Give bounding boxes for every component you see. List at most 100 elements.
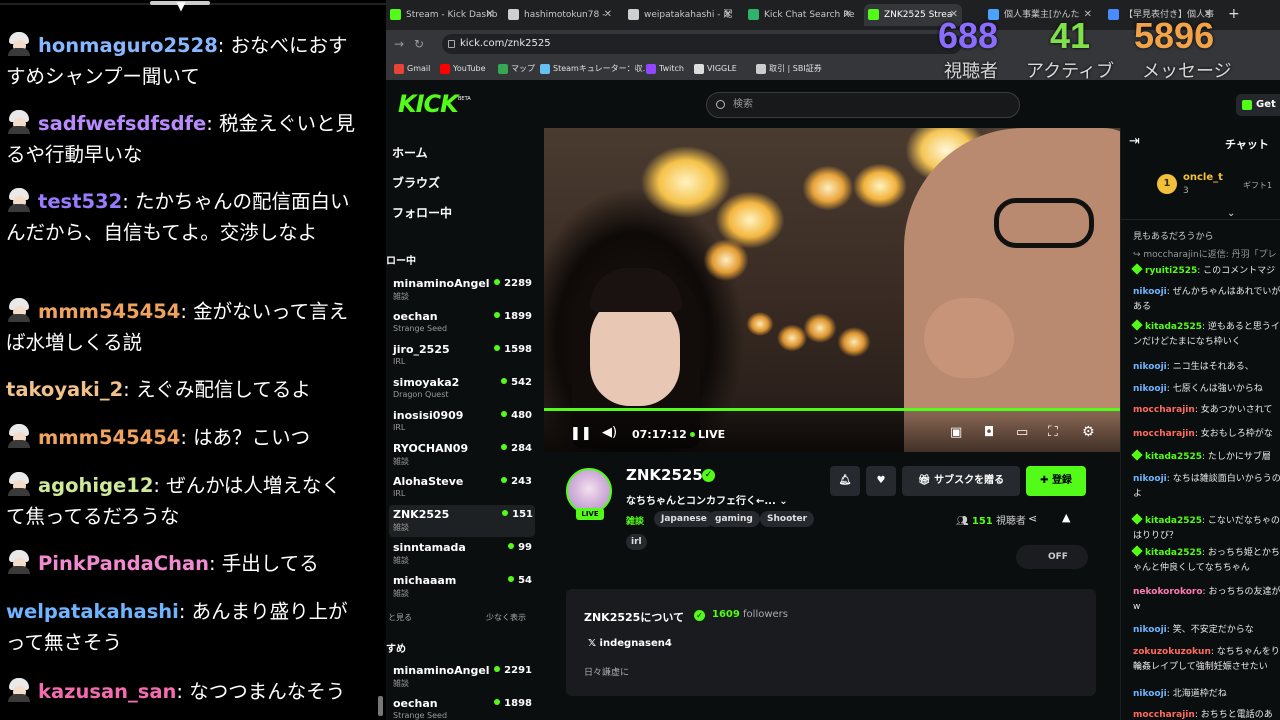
new-tab-button[interactable]: + — [1228, 4, 1240, 24]
pause-icon[interactable]: ❚❚ — [570, 427, 592, 441]
browser-tab[interactable]: weipatakahashi - 配 ✕ — [624, 4, 736, 26]
video-player[interactable]: ❚❚ ◀) 07:17:12 LIVE ▣ ◘ ▭ ⛶ ⚙ — [544, 128, 1120, 452]
nav-browse[interactable]: ブラウズ — [392, 174, 440, 191]
overlay-scrollbar[interactable] — [378, 696, 383, 716]
mini-player-icon[interactable]: ▣ — [950, 426, 962, 440]
bookmark-item[interactable]: Steamキュレーター：収... — [540, 62, 650, 76]
chat-username[interactable]: kitada2525 — [1145, 548, 1202, 558]
sidebar-channel[interactable]: simoyaka2 Dragon Quest 542 — [392, 373, 534, 405]
chat-username[interactable]: moccharajin — [1133, 429, 1195, 439]
channel-name[interactable]: ZNK2525 — [626, 466, 703, 484]
reload-icon[interactable]: ↻ — [414, 35, 424, 53]
overlay-username[interactable]: mmm545454 — [38, 300, 180, 323]
sidebar-channel[interactable]: ZNK2525 雑談 151 — [389, 505, 535, 537]
heart-icon[interactable]: ♥ — [866, 466, 896, 496]
overlay-username[interactable]: PinkPandaChan — [38, 552, 209, 575]
chat-username[interactable]: nekokorokoro — [1133, 587, 1203, 597]
chevron-down-icon[interactable]: ⌄ — [1227, 208, 1235, 219]
chat-username[interactable]: nikooji — [1133, 474, 1167, 484]
chat-username[interactable]: ryuiti2525 — [1145, 266, 1197, 276]
chat-username[interactable]: nikooji — [1133, 689, 1167, 699]
chat-username[interactable]: moccharajin — [1133, 710, 1195, 720]
theater-mode-icon[interactable]: ▭ — [1016, 426, 1028, 440]
chat-username[interactable]: nikooji — [1133, 625, 1167, 635]
clip-icon[interactable]: ◘ — [984, 426, 994, 440]
chat-username[interactable]: zokuzokuzokun — [1133, 647, 1211, 657]
collapse-chat-icon[interactable]: ⇥ — [1129, 134, 1140, 149]
sidebar-channel[interactable]: AlohaSteve IRL 243 — [392, 472, 534, 504]
overlay-message: mmm545454: 金がないって言えば水増しくる説 — [6, 296, 356, 358]
bookmark-item[interactable]: VIGGLE — [694, 62, 737, 76]
overlay-username[interactable]: mmm545454 — [38, 426, 180, 449]
chat-username[interactable]: moccharajin — [1133, 405, 1195, 415]
follow-button[interactable]: ✚ 登録 — [1026, 466, 1086, 496]
search-input[interactable]: 検索 — [706, 92, 1020, 118]
overlay-username[interactable]: honmaguro2528 — [38, 34, 218, 57]
report-icon[interactable]: ▲ — [1062, 511, 1070, 524]
close-icon[interactable]: ✕ — [486, 4, 494, 26]
live-indicator[interactable]: LIVE — [690, 428, 725, 442]
bookmark-item[interactable]: Gmail — [394, 62, 430, 76]
volume-icon[interactable]: ◀) — [602, 426, 617, 440]
chat-username[interactable]: kitada2525 — [1145, 452, 1202, 462]
chat-message: kitada2525: こないだなちゃのはりりび？ — [1131, 513, 1280, 544]
lock-icon[interactable] — [448, 40, 455, 48]
sidebar-channel[interactable]: minaminoAngel 雑談 2291 — [392, 661, 534, 693]
back-icon[interactable]: → — [394, 35, 404, 53]
overlay-username[interactable]: kazusan_san — [38, 680, 176, 703]
bookmark-item[interactable]: 取引 | SBI証券 — [756, 62, 822, 76]
tab-favicon-icon — [390, 9, 401, 20]
sidebar-channel[interactable]: michaaam 雑談 54 — [392, 571, 534, 603]
nav-home[interactable]: ホーム — [392, 144, 428, 161]
notification-bell-icon[interactable]: 🔔︎ — [830, 466, 860, 496]
overlay-username[interactable]: takoyaki_2 — [6, 378, 123, 401]
stream-category[interactable]: 雑談 — [626, 514, 644, 527]
stream-title[interactable]: なちちゃんとコンカフェ行く←... ⌄ — [626, 492, 788, 507]
settings-gear-icon[interactable]: ⚙ — [1082, 425, 1095, 439]
pinned-user[interactable]: oncle_t — [1183, 172, 1223, 183]
sidebar-channel[interactable]: inosisi0909 IRL 480 — [392, 406, 534, 438]
browser-tab[interactable]: hashimotokun78 - ✕ — [504, 4, 616, 26]
bookmark-item[interactable]: マップ — [498, 62, 535, 76]
chat-username[interactable]: kitada2525 — [1145, 322, 1202, 332]
show-less-link[interactable]: 少なく表示 — [486, 612, 526, 623]
show-more-link[interactable]: と見る — [388, 612, 412, 623]
sidebar-channel[interactable]: sinntamada 雑談 99 — [392, 538, 534, 570]
chat-username[interactable]: kitada2525 — [1145, 516, 1202, 526]
gift-subscription-button[interactable]: 🎁︎ サブスクを贈る — [902, 466, 1020, 496]
sidebar-channel[interactable]: minaminoAngel 雑談 2289 — [392, 274, 534, 306]
overlay-username[interactable]: welpatakahashi — [6, 600, 179, 623]
overlay-username[interactable]: sadfwefsdfsdfe — [38, 112, 206, 135]
chevron-down-icon[interactable]: ▼ — [172, 0, 190, 14]
browser-tab[interactable]: Kick Chat Search Re ✕ — [744, 4, 856, 26]
tag-irl[interactable]: irl — [626, 534, 647, 550]
url-field[interactable]: kick.com/znk2525 — [442, 34, 962, 54]
chat-username[interactable]: nikooji — [1133, 287, 1167, 297]
chat-username[interactable]: nikooji — [1133, 384, 1167, 394]
sidebar-channel[interactable]: oechan Strange Seed 1898 — [392, 694, 534, 720]
close-icon[interactable]: ✕ — [844, 4, 852, 26]
chevron-down-icon[interactable]: ⌄ — [779, 496, 787, 507]
nav-following[interactable]: フォロー中 — [392, 204, 452, 221]
tag-gaming[interactable]: gaming — [708, 511, 760, 527]
close-icon[interactable]: ✕ — [724, 4, 732, 26]
tag-japanese[interactable]: Japanese — [654, 511, 714, 527]
live-dot-icon — [502, 510, 509, 516]
close-icon[interactable]: ✕ — [604, 4, 612, 26]
x-link[interactable]: 𝕏 indegnasen4 — [588, 638, 672, 649]
toggle-off[interactable]: OFF — [1016, 545, 1088, 569]
overlay-username[interactable]: test532 — [38, 190, 122, 213]
fullscreen-icon[interactable]: ⛶ — [1048, 425, 1058, 439]
sidebar-channel[interactable]: jiro_2525 IRL 1598 — [392, 340, 534, 372]
overlay-username[interactable]: agohige12 — [38, 474, 153, 497]
chat-username[interactable]: nikooji — [1133, 362, 1167, 372]
sidebar-channel[interactable]: oechan Strange Seed 1899 — [392, 307, 534, 339]
browser-tab[interactable]: Stream - Kick Dashb ✕ — [386, 4, 498, 26]
get-app-button[interactable]: Get — [1236, 94, 1280, 116]
tag-shooter[interactable]: Shooter — [760, 511, 815, 527]
bookmark-item[interactable]: YouTube — [440, 62, 486, 76]
share-icon[interactable]: ⋖ — [1028, 512, 1037, 525]
bookmark-item[interactable]: Twitch — [646, 62, 684, 76]
sidebar-channel[interactable]: RYOCHAN09 雑談 284 — [392, 439, 534, 471]
kick-logo[interactable]: KICK — [398, 90, 459, 118]
